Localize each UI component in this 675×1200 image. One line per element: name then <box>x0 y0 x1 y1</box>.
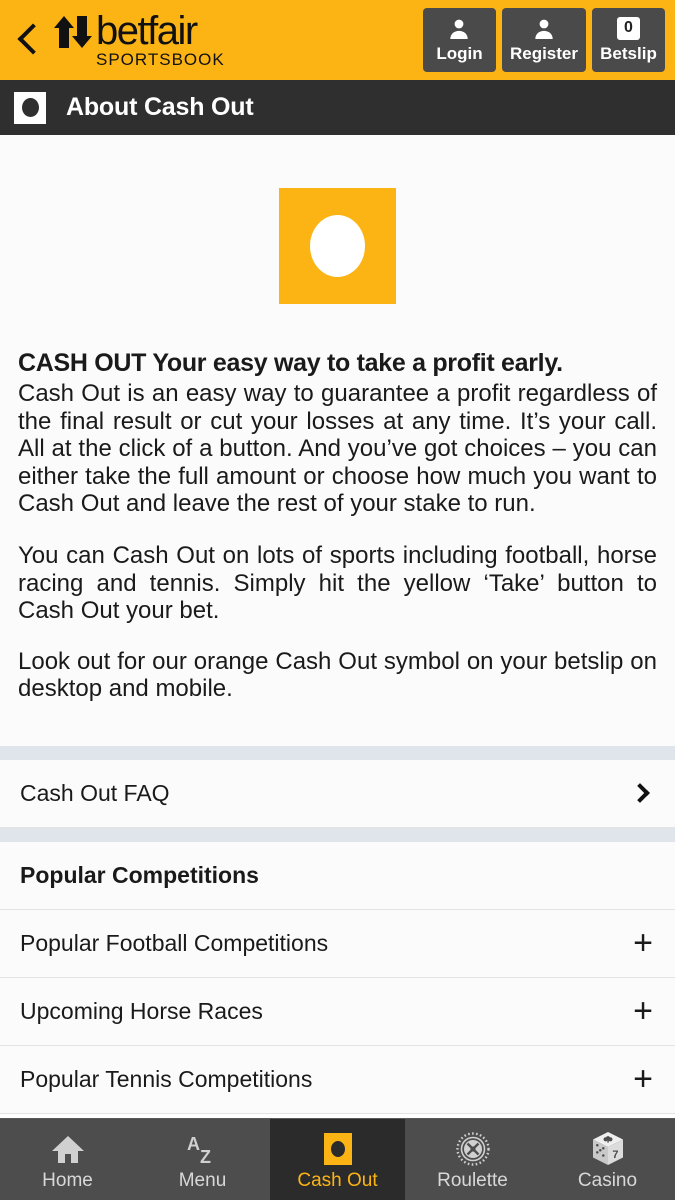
popular-competitions-title: Popular Competitions <box>20 861 259 888</box>
cash-out-symbol-icon <box>14 91 46 124</box>
cash-out-faq-row[interactable]: Cash Out FAQ <box>0 759 675 828</box>
plus-icon: + <box>633 1060 653 1099</box>
article-paragraph-3: Look out for our orange Cash Out symbol … <box>18 647 657 703</box>
nav-label-home: Home <box>42 1170 93 1191</box>
nav-item-home[interactable]: Home <box>0 1119 135 1200</box>
nav-item-casino[interactable]: 7 Casino <box>540 1119 675 1200</box>
betfair-logo[interactable]: betfair SPORTSBOOK <box>52 9 225 69</box>
svg-text:Z: Z <box>200 1147 211 1165</box>
accordion-popular-football-competitions[interactable]: Popular Football Competitions + <box>0 909 675 978</box>
cash-out-symbol-icon <box>323 1131 352 1167</box>
register-button[interactable]: Register <box>501 8 586 72</box>
nav-label-casino: Casino <box>577 1170 638 1191</box>
home-icon <box>51 1131 85 1167</box>
accordion-popular-tennis-competitions[interactable]: Popular Tennis Competitions + <box>0 1045 675 1114</box>
bottom-navigation: Home A Z Menu Cash Out Roulette 7 Casino <box>0 1118 675 1200</box>
accordion-label: Upcoming Horse Races <box>20 997 263 1024</box>
accordion-upcoming-horse-races[interactable]: Upcoming Horse Races + <box>0 977 675 1046</box>
header-actions: Login Register 0 Betslip <box>422 8 665 72</box>
nav-label-roulette: Roulette <box>437 1170 508 1191</box>
nav-item-menu[interactable]: A Z Menu <box>135 1119 270 1200</box>
app-header: betfair SPORTSBOOK Login Register 0 Bets… <box>0 0 675 80</box>
article-paragraph-1: Cash Out is an easy way to guarantee a p… <box>18 380 657 518</box>
hero-banner <box>0 135 675 347</box>
main-content: CASH OUT Your easy way to take a profit … <box>0 135 675 1114</box>
betslip-count: 0 <box>617 17 640 40</box>
page-title: About Cash Out <box>66 93 254 121</box>
betslip-count-badge: 0 <box>617 16 640 42</box>
nav-label-menu: Menu <box>178 1170 227 1191</box>
login-button[interactable]: Login <box>422 8 496 72</box>
article-paragraph-2: You can Cash Out on lots of sports inclu… <box>18 541 657 625</box>
section-divider <box>0 745 675 760</box>
nav-label-cash-out: Cash Out <box>297 1170 378 1191</box>
nav-item-cash-out[interactable]: Cash Out <box>270 1119 405 1200</box>
person-icon <box>532 16 556 42</box>
accordion-label: Popular Tennis Competitions <box>20 1065 313 1092</box>
betfair-arrows-icon <box>52 14 94 50</box>
person-icon <box>447 16 471 42</box>
login-label: Login <box>436 43 483 63</box>
betslip-button[interactable]: 0 Betslip <box>592 8 665 72</box>
chevron-right-icon <box>630 783 650 804</box>
brand-subtitle: SPORTSBOOK <box>96 50 225 69</box>
register-label: Register <box>509 43 578 63</box>
dice-icon: 7 <box>591 1131 625 1167</box>
a-to-z-icon: A Z <box>185 1131 221 1167</box>
brand-name: betfair <box>96 9 198 53</box>
plus-icon: + <box>633 992 653 1031</box>
back-button[interactable] <box>12 17 46 63</box>
betslip-label: Betslip <box>600 43 657 63</box>
article-heading: CASH OUT Your easy way to take a profit … <box>18 349 563 377</box>
plus-icon: + <box>633 924 653 963</box>
svg-text:A: A <box>187 1134 200 1154</box>
nav-item-roulette[interactable]: Roulette <box>405 1119 540 1200</box>
article-body: CASH OUT Your easy way to take a profit … <box>0 347 675 703</box>
popular-competitions-header: Popular Competitions <box>0 841 675 910</box>
cash-out-logo-icon <box>279 188 396 304</box>
accordion-label: Popular Football Competitions <box>20 929 329 956</box>
section-divider <box>0 827 675 842</box>
svg-text:7: 7 <box>612 1149 618 1161</box>
page-subheader: About Cash Out <box>0 80 675 135</box>
cash-out-faq-label: Cash Out FAQ <box>20 779 170 806</box>
roulette-wheel-icon <box>455 1131 490 1167</box>
